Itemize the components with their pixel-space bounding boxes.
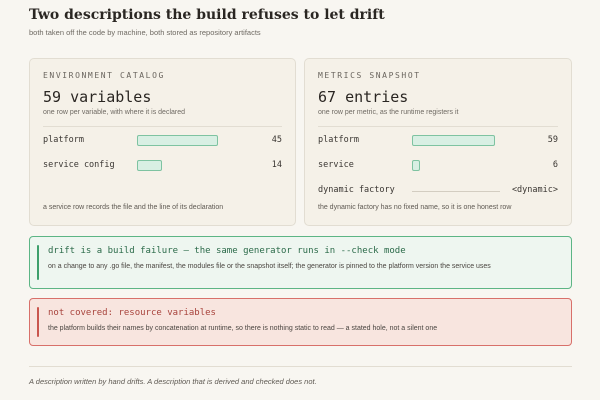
catalog-row-platform: platform 45	[43, 134, 282, 148]
metrics-row-dynamic-factory: dynamic factory <dynamic>	[318, 184, 558, 198]
divider	[29, 366, 572, 367]
environment-catalog-footer: a service row records the file and the l…	[43, 204, 224, 211]
environment-catalog-count: 59 variables	[43, 88, 152, 106]
callout-accent	[37, 245, 39, 280]
metrics-row-platform: platform 59	[318, 134, 558, 148]
environment-catalog-card: ENVIRONMENT CATALOG 59 variables one row…	[29, 58, 296, 226]
metrics-snapshot-description: one row per metric, as the runtime regis…	[318, 109, 459, 116]
row-count: 14	[271, 160, 282, 170]
row-count: <dynamic>	[511, 185, 558, 195]
row-count: 45	[271, 135, 282, 145]
row-count: 6	[552, 160, 558, 170]
row-label: service	[318, 160, 354, 170]
metrics-snapshot-caption: METRICS SNAPSHOT	[318, 71, 421, 80]
row-count: 59	[547, 135, 558, 145]
page-subtitle: both taken off the code by machine, both…	[29, 28, 261, 37]
row-bar	[412, 135, 495, 146]
metrics-row-service: service 6	[318, 159, 558, 173]
drift-callout-body: on a change to any .go file, the manifes…	[48, 263, 491, 270]
not-covered-callout: not covered: resource variables the plat…	[29, 298, 572, 346]
catalog-row-service-config: service config 14	[43, 159, 282, 173]
environment-catalog-caption: ENVIRONMENT CATALOG	[43, 71, 165, 80]
row-bar	[137, 160, 162, 171]
row-label: service config	[43, 160, 115, 170]
metrics-snapshot-count: 67 entries	[318, 88, 409, 106]
environment-catalog-description: one row per variable, with where it is d…	[43, 109, 186, 116]
divider	[43, 126, 282, 127]
drift-callout-heading: drift is a build failure – the same gene…	[48, 246, 406, 256]
drift-check-callout: drift is a build failure – the same gene…	[29, 236, 572, 289]
not-covered-heading: not covered: resource variables	[48, 308, 216, 318]
callout-accent	[37, 307, 39, 337]
leader-line	[412, 191, 500, 192]
row-label: dynamic factory	[318, 185, 395, 195]
divider	[318, 126, 558, 127]
row-label: platform	[318, 135, 359, 145]
page-title: Two descriptions the build refuses to le…	[29, 7, 385, 23]
row-bar	[412, 160, 420, 171]
not-covered-body: the platform builds their names by conca…	[48, 325, 438, 332]
row-label: platform	[43, 135, 84, 145]
footnote: A description written by hand drifts. A …	[29, 377, 317, 386]
metrics-snapshot-footer: the dynamic factory has no fixed name, s…	[318, 204, 512, 211]
row-bar	[137, 135, 218, 146]
metrics-snapshot-card: METRICS SNAPSHOT 67 entries one row per …	[304, 58, 572, 226]
